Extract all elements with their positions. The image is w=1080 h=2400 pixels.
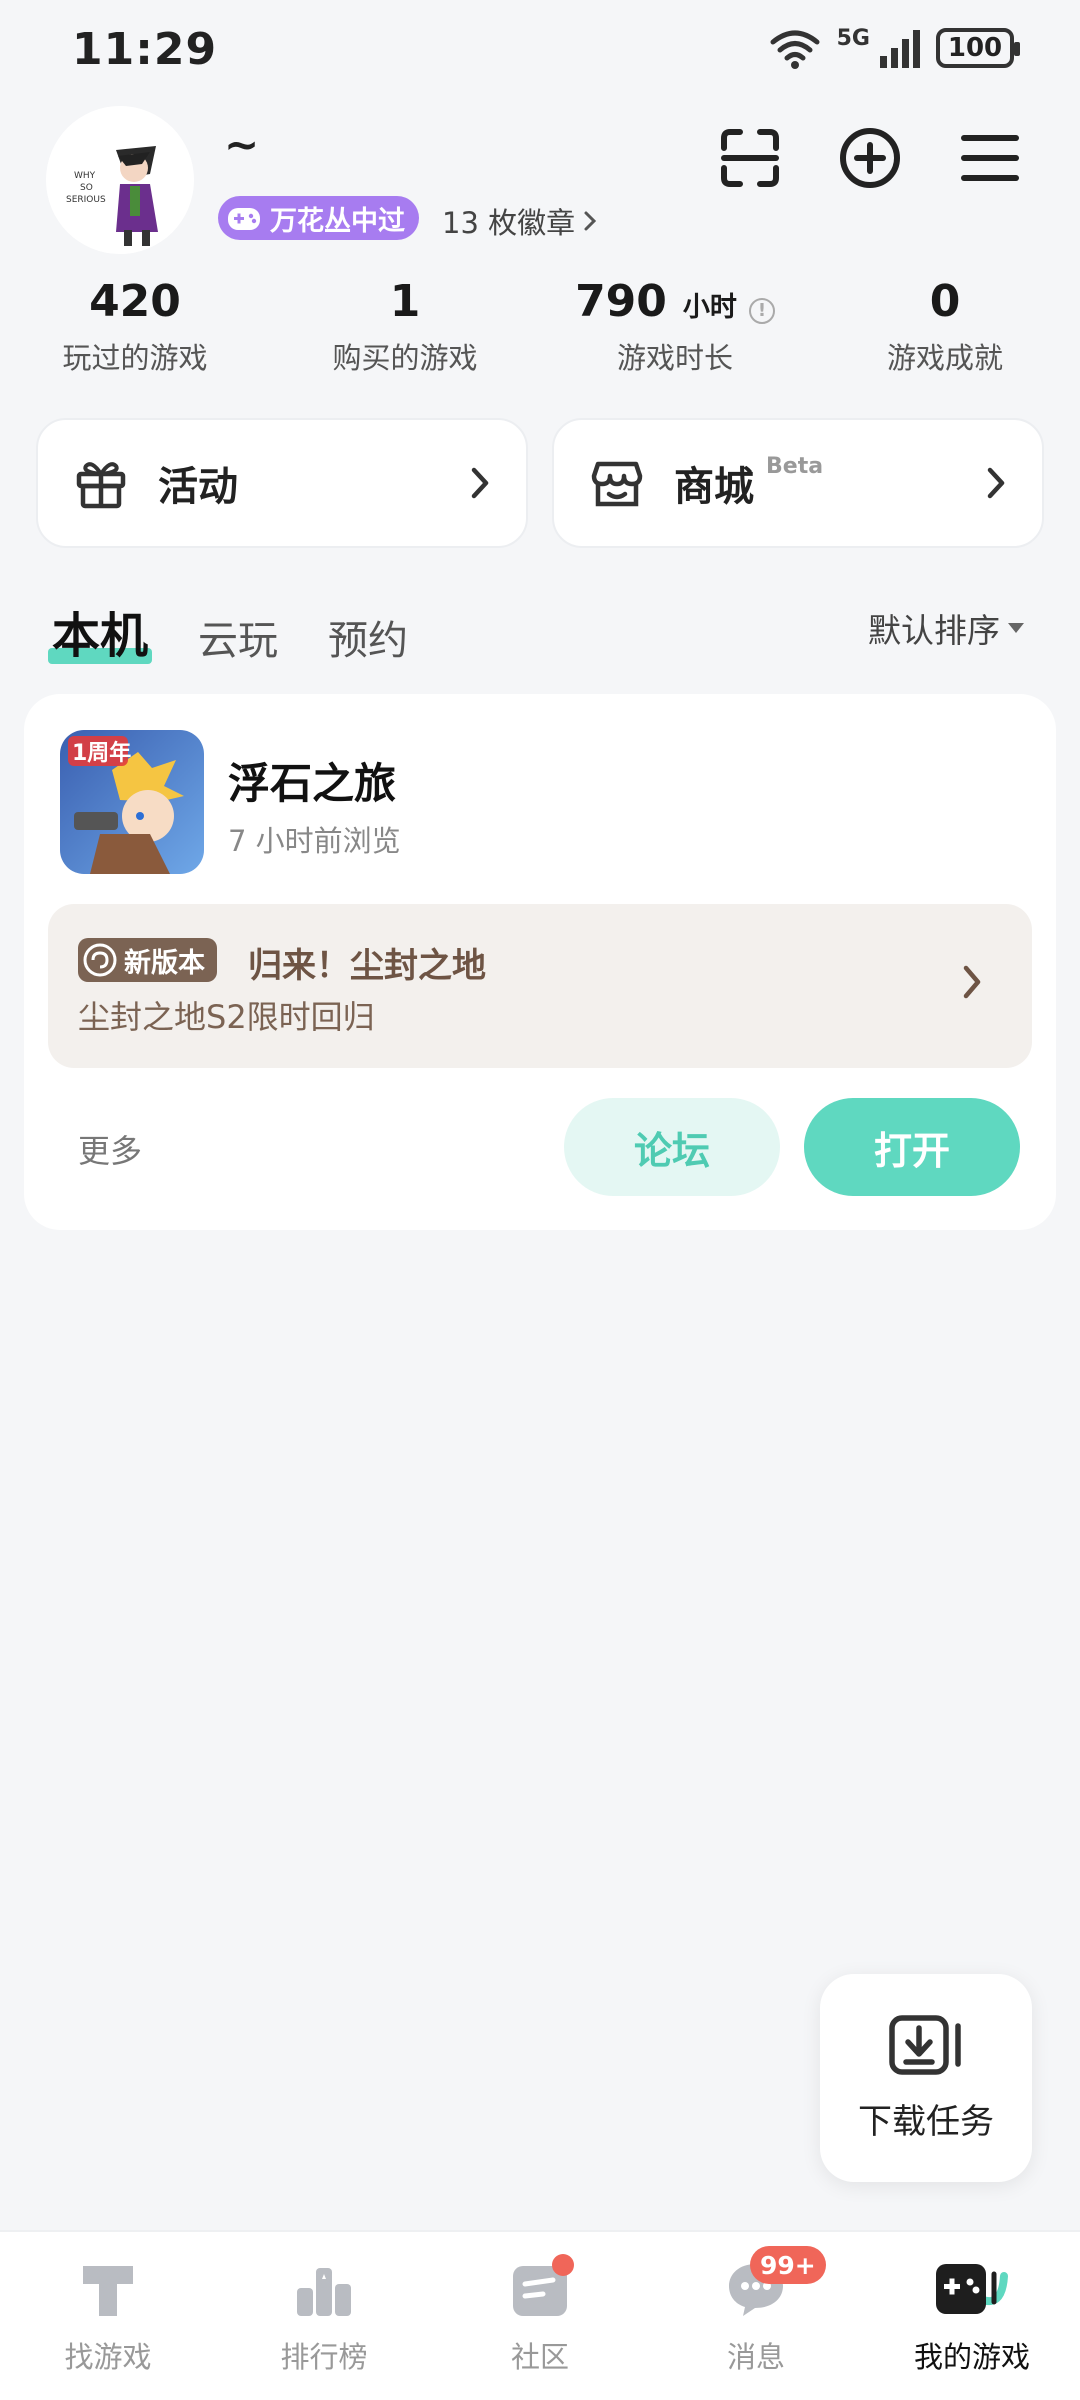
chevron-right-icon	[471, 467, 489, 499]
store-label: 商城	[674, 464, 754, 510]
activity-card[interactable]: 活动	[36, 418, 528, 548]
update-icon	[83, 943, 117, 977]
nav-my-games[interactable]: 我的游戏	[864, 2232, 1080, 2400]
game-name[interactable]: 浮石之旅	[228, 750, 396, 811]
svg-text:WHY: WHY	[74, 171, 96, 181]
stats-row: 420 玩过的游戏 1 购买的游戏 790 小时 ! 游戏时长 0 游戏成就	[0, 276, 1080, 377]
more-button[interactable]: 更多	[78, 1126, 142, 1172]
last-viewed: 7 小时前浏览	[228, 824, 401, 858]
nav-community[interactable]: 社区	[432, 2232, 648, 2400]
status-icons: 5G 100	[767, 26, 1020, 70]
svg-text:SERIOUS: SERIOUS	[66, 195, 106, 205]
store-card[interactable]: 商城 Beta	[552, 418, 1044, 548]
store-icon	[591, 461, 643, 507]
news-title: 归来！尘封之地	[248, 946, 486, 986]
open-button[interactable]: 打开	[804, 1098, 1020, 1196]
forum-button[interactable]: 论坛	[564, 1098, 780, 1196]
new-version-tag: 新版本	[78, 938, 217, 982]
tab-local[interactable]: 本机	[47, 596, 153, 666]
download-task-button[interactable]: 下载任务	[820, 1974, 1032, 2182]
svg-text:1周年: 1周年	[72, 740, 131, 766]
badges-link[interactable]: 13 枚徽章	[442, 200, 597, 242]
sort-label: 默认排序	[868, 611, 1000, 650]
beta-badge: Beta	[766, 454, 824, 479]
unread-badge: 99+	[750, 2246, 826, 2284]
bottom-nav: 找游戏 排行榜 社区 99+ 消息 我的游戏	[0, 2230, 1080, 2400]
character-avatar-icon: WHY SO SERIOUS	[46, 106, 194, 254]
badges-count: 13 枚徽章	[442, 206, 576, 240]
nav-label: 排行榜	[280, 2340, 368, 2374]
stat-value: 1	[389, 276, 421, 327]
nav-ranking[interactable]: 排行榜	[216, 2232, 432, 2400]
game-icon[interactable]: 1周年	[60, 730, 204, 874]
network-label: 5G	[836, 26, 870, 51]
info-icon[interactable]: !	[748, 297, 775, 324]
svg-text:SO: SO	[80, 183, 93, 193]
game-artwork-icon: 1周年	[60, 730, 204, 874]
download-task-label: 下载任务	[858, 2101, 994, 2142]
nav-label: 社区	[510, 2340, 569, 2374]
stat-unit: 小时	[682, 292, 737, 323]
stat-purchased-games[interactable]: 1 购买的游戏	[270, 276, 540, 377]
avatar[interactable]: WHY SO SERIOUS	[46, 106, 194, 254]
stat-value: 790	[575, 276, 667, 327]
status-time: 11:29	[72, 24, 218, 75]
title-badge[interactable]: 万花丛中过	[218, 196, 419, 240]
chevron-right-icon	[584, 211, 597, 231]
news-subtitle: 尘封之地S2限时回归	[78, 998, 375, 1036]
ranking-icon	[297, 2268, 351, 2316]
nickname: ~	[224, 120, 260, 169]
chevron-right-icon	[987, 467, 1005, 499]
stat-label: 购买的游戏	[332, 341, 478, 375]
stat-value: 0	[929, 276, 961, 327]
sort-dropdown[interactable]: 默认排序	[868, 604, 1024, 652]
activity-label: 活动	[158, 464, 238, 510]
notification-dot	[552, 2254, 574, 2276]
stat-achievements[interactable]: 0 游戏成就	[810, 276, 1080, 377]
menu-icon[interactable]	[958, 126, 1022, 190]
stat-play-time[interactable]: 790 小时 ! 游戏时长	[540, 276, 810, 377]
download-icon	[889, 2014, 961, 2075]
stat-label: 游戏成就	[886, 341, 1003, 375]
gift-icon	[76, 462, 126, 509]
title-badge-label: 万花丛中过	[270, 205, 405, 237]
caret-down-icon	[1008, 623, 1024, 633]
game-tabs: 本机 云玩 预约	[47, 596, 408, 666]
wifi-icon	[770, 30, 820, 69]
nav-label: 消息	[726, 2340, 785, 2374]
nav-label: 找游戏	[64, 2340, 152, 2374]
chevron-right-icon	[963, 965, 981, 999]
news-banner[interactable]	[48, 904, 1032, 1068]
gamepad-icon	[228, 208, 260, 230]
stat-label: 游戏时长	[616, 341, 733, 375]
stat-label: 玩过的游戏	[62, 341, 208, 375]
nav-label: 我的游戏	[913, 2340, 1030, 2374]
battery-icon: 100	[936, 28, 1020, 68]
nav-find-game[interactable]: 找游戏	[0, 2232, 216, 2400]
find-game-icon	[83, 2266, 133, 2316]
stat-value-group: 790 小时 !	[575, 276, 775, 327]
tab-cloud[interactable]: 云玩	[198, 608, 278, 666]
stat-value: 420	[89, 276, 181, 327]
nav-messages[interactable]: 99+ 消息	[648, 2232, 864, 2400]
my-games-icon	[936, 2264, 1008, 2314]
tab-reservation[interactable]: 预约	[328, 608, 408, 666]
stat-played-games[interactable]: 420 玩过的游戏	[0, 276, 270, 377]
add-circle-icon[interactable]	[838, 126, 902, 190]
signal-icon	[880, 30, 920, 68]
scan-icon[interactable]	[718, 126, 782, 190]
